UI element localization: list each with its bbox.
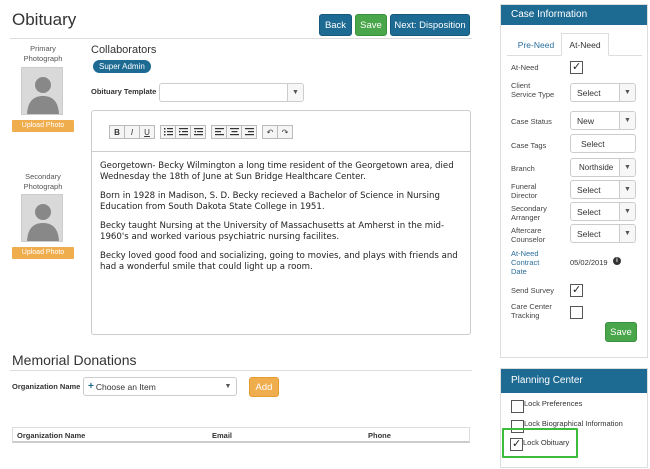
list-icon[interactable]	[160, 125, 176, 139]
funeral-director-select[interactable]: Select ▼	[570, 180, 636, 199]
header-divider	[10, 38, 472, 39]
case-info-save-button[interactable]: Save	[605, 322, 637, 342]
redo-icon[interactable]: ↷	[277, 125, 293, 139]
align-center-icon[interactable]	[226, 125, 242, 139]
organization-name-label: Organization Name	[12, 382, 81, 391]
donations-divider	[10, 370, 472, 371]
at-need-checkbox[interactable]: ✓	[570, 61, 583, 74]
chevron-down-icon: ▼	[619, 203, 635, 220]
lock-preferences-checkbox[interactable]	[511, 400, 524, 413]
collaborators-title: Collaborators	[91, 44, 157, 56]
funeral-director-label: Funeral Director	[511, 182, 538, 200]
obituary-template-label: Obituary Template	[91, 87, 157, 96]
obituary-template-select[interactable]: ▼	[159, 83, 304, 102]
chevron-down-icon: ▼	[619, 112, 635, 129]
lock-preferences-label: Lock Preferences	[524, 399, 583, 408]
editor-paragraph: Becky taught Nursing at the University o…	[100, 221, 445, 242]
upload-primary-photo-button[interactable]: Upload Photo	[12, 120, 74, 132]
editor-paragraph: Born in 1928 in Madison, S. D. Becky rec…	[100, 191, 440, 212]
client-service-type-value: Select	[577, 87, 601, 98]
editor-toolbar: B I U ↶ ↷	[109, 125, 293, 139]
italic-button[interactable]: I	[124, 125, 140, 139]
secondary-arranger-select[interactable]: Select ▼	[570, 202, 636, 221]
outdent-icon[interactable]	[175, 125, 191, 139]
align-right-icon[interactable]	[241, 125, 257, 139]
client-service-type-label: Client Service Type	[511, 81, 555, 99]
at-need-contract-date-value: 05/02/2019	[570, 258, 608, 267]
case-status-label: Case Status	[511, 117, 552, 126]
care-center-tracking-label: Care Center Tracking	[511, 302, 552, 320]
case-information-title: Case Information	[501, 5, 647, 25]
send-survey-label: Send Survey	[511, 286, 554, 295]
editor-paragraph: Georgetown- Becky Wilmington a long time…	[100, 161, 454, 182]
column-header-email: Email	[212, 431, 233, 440]
chevron-down-icon: ▼	[220, 378, 236, 395]
aftercare-counselor-label: Aftercare Counselor	[511, 226, 546, 244]
lock-obituary-highlight	[502, 428, 578, 458]
collaborator-badge[interactable]: Super Admin	[93, 60, 151, 73]
case-tags-label: Case Tags	[511, 141, 547, 150]
editor-paragraph: Becky loved good food and socializing, g…	[100, 251, 458, 272]
planning-center-title: Planning Center	[501, 369, 647, 393]
case-tags-value: Select	[581, 138, 605, 149]
secondary-photo-placeholder	[21, 194, 63, 242]
case-tags-select[interactable]: Select	[570, 134, 636, 153]
indent-icon[interactable]	[190, 125, 206, 139]
upload-secondary-photo-button[interactable]: Upload Photo	[12, 247, 74, 259]
editor-divider	[92, 151, 470, 152]
organization-select[interactable]: + Choose an Item ▼	[83, 377, 237, 396]
funeral-director-value: Select	[577, 184, 601, 195]
save-button[interactable]: Save	[355, 14, 387, 36]
add-organization-button[interactable]: Add	[249, 377, 279, 397]
case-status-value: New	[577, 115, 595, 126]
secondary-photo-label: Secondary Photograph	[23, 172, 63, 191]
chevron-down-icon: ▼	[619, 225, 635, 242]
obituary-editor[interactable]: B I U ↶ ↷ Georgetown- Becky Wilmington a…	[91, 110, 471, 335]
chevron-down-icon: ▼	[287, 84, 303, 101]
client-service-type-select[interactable]: Select ▼	[570, 83, 636, 102]
aftercare-counselor-value: Select	[577, 228, 601, 239]
case-status-select[interactable]: New ▼	[570, 111, 636, 130]
secondary-arranger-value: Select	[577, 206, 601, 217]
organization-select-placeholder: Choose an Item	[95, 381, 156, 392]
next-disposition-button[interactable]: Next: Disposition	[390, 14, 470, 36]
chevron-down-icon: ▼	[619, 181, 635, 198]
at-need-contract-date-label[interactable]: At-Need Contract Date	[511, 249, 551, 276]
tab-pre-need[interactable]: Pre-Need	[511, 33, 561, 56]
memorial-donations-title: Memorial Donations	[12, 352, 137, 368]
primary-photo-placeholder	[21, 67, 63, 115]
primary-photo-label: Primary Photograph	[23, 44, 63, 63]
bold-button[interactable]: B	[109, 125, 125, 139]
secondary-arranger-label: Secondary Arranger	[511, 204, 547, 222]
undo-icon[interactable]: ↶	[262, 125, 278, 139]
tab-at-need[interactable]: At-Need	[561, 33, 609, 56]
plus-icon: +	[88, 381, 94, 392]
aftercare-counselor-select[interactable]: Select ▼	[570, 224, 636, 243]
branch-value: Northside	[579, 163, 614, 172]
underline-button[interactable]: U	[139, 125, 155, 139]
care-center-tracking-checkbox[interactable]	[570, 306, 583, 319]
editor-content[interactable]: Georgetown- Becky Wilmington a long time…	[100, 161, 470, 281]
column-header-organization: Organization Name	[17, 431, 86, 440]
chevron-down-icon: ▼	[619, 84, 635, 101]
at-need-label: At-Need	[511, 63, 539, 72]
chevron-down-icon: ▼	[619, 159, 635, 176]
checkmark-icon: ✓	[572, 61, 582, 73]
person-icon	[22, 195, 62, 241]
branch-label: Branch	[511, 164, 535, 173]
person-icon	[22, 68, 62, 114]
back-button[interactable]: Back	[319, 14, 352, 36]
align-left-icon[interactable]	[211, 125, 227, 139]
info-icon[interactable]: i	[613, 257, 621, 265]
branch-select[interactable]: Northside ▼	[570, 158, 636, 177]
lock-biographical-label: Lock Biographical Information	[524, 419, 623, 428]
checkmark-icon: ✓	[572, 284, 582, 296]
send-survey-checkbox[interactable]: ✓	[570, 284, 583, 297]
page-title: Obituary	[12, 10, 77, 29]
column-header-phone: Phone	[368, 431, 391, 440]
donations-table-header: Organization Name Email Phone	[12, 427, 470, 443]
